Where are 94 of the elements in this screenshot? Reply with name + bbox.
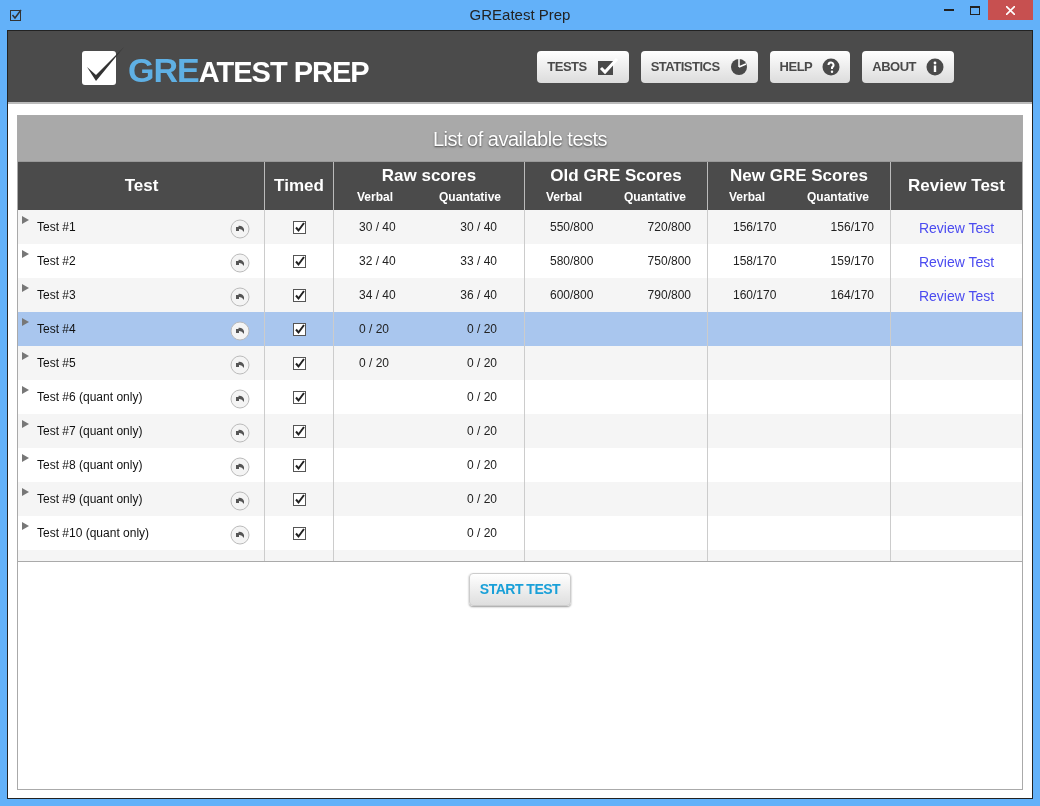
expand-arrow-icon[interactable]	[22, 250, 29, 258]
help-icon	[822, 57, 841, 76]
test-name: Test #4	[37, 321, 76, 338]
column-header: New GRE Scores	[730, 166, 868, 186]
checkbox[interactable]	[292, 390, 306, 404]
subcolumn-header: Quantative	[624, 189, 686, 206]
test-name: Test #10 (quant only)	[37, 525, 150, 542]
expand-arrow-icon[interactable]	[22, 420, 29, 428]
review-test-link[interactable]: Review Test	[918, 217, 995, 239]
score: 156/170	[733, 219, 777, 236]
column-header: Timed	[274, 175, 324, 198]
window-title: GREatest Prep	[469, 4, 571, 25]
expand-arrow-icon[interactable]	[22, 216, 29, 224]
score: 156/170	[830, 219, 874, 236]
checkbox[interactable]	[292, 492, 306, 506]
review-test-link[interactable]: Review Test	[918, 251, 995, 273]
score: 0 / 20	[359, 321, 390, 338]
close-icon	[1006, 5, 1015, 15]
checkbox-icon	[596, 57, 619, 76]
table-row[interactable]: Test #7 (quant only) 0 / 20	[18, 414, 1022, 448]
nav-button[interactable]: HELP	[769, 50, 851, 83]
score: 0 / 20	[466, 389, 497, 406]
expand-arrow-icon[interactable]	[22, 318, 29, 326]
column-header: Test	[124, 175, 159, 198]
score: 0 / 20	[359, 355, 390, 372]
minimize-icon	[944, 9, 954, 11]
score: 34 / 40	[359, 287, 396, 304]
test-name: Test #5	[37, 355, 76, 372]
checkbox[interactable]	[292, 220, 306, 234]
score: 580/800	[550, 253, 594, 270]
score: 0 / 20	[466, 355, 497, 372]
info-icon	[926, 57, 944, 76]
test-name: Test #9 (quant only)	[37, 491, 143, 508]
nav-button[interactable]: ABOUT	[862, 50, 954, 83]
table-row[interactable]: Test #3 34 / 40 36 / 40 600/800 790/800 160/170 164/170 Review Test	[18, 278, 1022, 312]
score: 720/800	[647, 219, 691, 236]
expand-arrow-icon[interactable]	[22, 352, 29, 360]
score: 30 / 40	[359, 219, 396, 236]
app-icon	[10, 9, 22, 21]
checkbox[interactable]	[292, 254, 306, 268]
score: 0 / 20	[466, 457, 497, 474]
score: 790/800	[647, 287, 691, 304]
expand-arrow-icon[interactable]	[22, 284, 29, 292]
test-name: Test #7 (quant only)	[37, 423, 143, 440]
panel-title: List of available tests	[18, 116, 1022, 162]
score: 0 / 20	[466, 423, 497, 440]
score: 36 / 40	[460, 287, 497, 304]
table-row[interactable]: Test #1 30 / 40 30 / 40 550/800 720/800 156/170 156/170 Review Test	[18, 210, 1022, 244]
test-name: Test #6 (quant only)	[37, 389, 143, 406]
score: 750/800	[647, 253, 691, 270]
expand-arrow-icon[interactable]	[22, 386, 29, 394]
nav-button[interactable]: STATISTICS	[640, 50, 758, 83]
score: 160/170	[733, 287, 777, 304]
test-name: Test #1	[37, 219, 76, 236]
table-row[interactable]: Test #4 0 / 20 0 / 20	[18, 312, 1022, 346]
checkbox[interactable]	[292, 288, 306, 302]
score: 600/800	[550, 287, 594, 304]
column-header: Review Test	[908, 175, 1005, 198]
score: 550/800	[550, 219, 594, 236]
subcolumn-header: Verbal	[546, 189, 582, 206]
table-row[interactable]: Test #9 (quant only) 0 / 20	[18, 482, 1022, 516]
expand-arrow-icon[interactable]	[22, 454, 29, 462]
score: 158/170	[733, 253, 777, 270]
pie-chart-icon	[729, 57, 748, 76]
score: 0 / 20	[466, 491, 497, 508]
table-row[interactable]: Test #5 0 / 20 0 / 20	[18, 346, 1022, 380]
expand-arrow-icon[interactable]	[22, 522, 29, 530]
score: 0 / 20	[466, 321, 497, 338]
test-name: Test #3	[37, 287, 76, 304]
score: 30 / 40	[460, 219, 497, 236]
maximize-icon	[970, 5, 980, 15]
checkbox[interactable]	[292, 322, 306, 336]
logo-text: GREATEST PREP	[128, 52, 369, 87]
column-header: Old GRE Scores	[550, 166, 682, 186]
subcolumn-header: Verbal	[357, 189, 393, 206]
expand-arrow-icon[interactable]	[22, 488, 29, 496]
score: 159/170	[830, 253, 874, 270]
close-button[interactable]	[988, 0, 1033, 20]
nav-button[interactable]: TESTS	[537, 50, 629, 83]
review-test-link[interactable]: Review Test	[918, 285, 995, 307]
checkbox[interactable]	[292, 458, 306, 472]
column-header: Raw scores	[381, 166, 477, 186]
subcolumn-header: Quantative	[807, 189, 869, 206]
score: 33 / 40	[460, 253, 497, 270]
test-name: Test #8 (quant only)	[37, 457, 143, 474]
checkbox[interactable]	[292, 526, 306, 540]
score: 0 / 20	[466, 525, 497, 542]
subcolumn-header: Verbal	[729, 189, 765, 206]
score: 32 / 40	[359, 253, 396, 270]
test-name: Test #2	[37, 253, 76, 270]
score: 164/170	[830, 287, 874, 304]
checkbox[interactable]	[292, 356, 306, 370]
checkbox[interactable]	[292, 424, 306, 438]
subcolumn-header: Quantative	[439, 189, 501, 206]
